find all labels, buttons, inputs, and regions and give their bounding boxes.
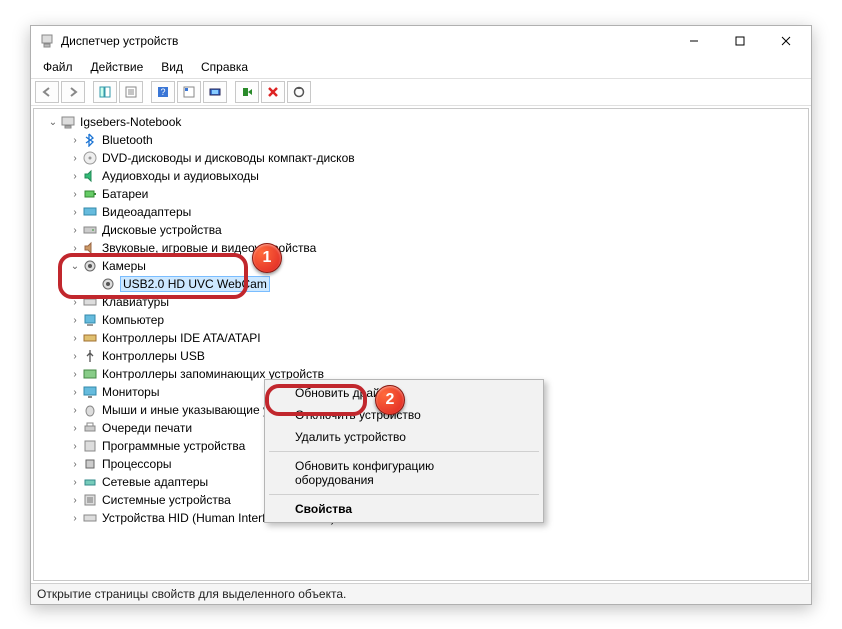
chevron-right-icon[interactable]: › bbox=[68, 405, 82, 416]
network-icon bbox=[82, 474, 98, 490]
tree-item-computer[interactable]: › Компьютер bbox=[34, 311, 808, 329]
audio-icon bbox=[82, 168, 98, 184]
menu-view[interactable]: Вид bbox=[153, 58, 191, 76]
show-hide-console-tree-button[interactable] bbox=[93, 81, 117, 103]
app-icon bbox=[39, 33, 55, 49]
speaker-icon bbox=[82, 240, 98, 256]
chevron-right-icon[interactable]: › bbox=[68, 459, 82, 470]
chevron-right-icon[interactable]: › bbox=[68, 351, 82, 362]
scan-hardware-button[interactable] bbox=[203, 81, 227, 103]
tree-item-display-adapters[interactable]: › Видеоадаптеры bbox=[34, 203, 808, 221]
tree-root-label: Igsebers-Notebook bbox=[80, 115, 181, 129]
computer-icon bbox=[60, 114, 76, 130]
chevron-right-icon[interactable]: › bbox=[68, 423, 82, 434]
forward-button[interactable] bbox=[61, 81, 85, 103]
disk-icon bbox=[82, 222, 98, 238]
uninstall-device-button[interactable] bbox=[261, 81, 285, 103]
chevron-right-icon[interactable]: › bbox=[68, 207, 82, 218]
tree-item-keyboards[interactable]: › Клавиатуры bbox=[34, 293, 808, 311]
chevron-down-icon[interactable]: ⌄ bbox=[68, 261, 82, 272]
close-button[interactable] bbox=[763, 26, 809, 56]
menu-action[interactable]: Действие bbox=[83, 58, 152, 76]
monitor-icon bbox=[82, 384, 98, 400]
tree-item-usb[interactable]: › Контроллеры USB bbox=[34, 347, 808, 365]
tree-item-cameras[interactable]: ⌄ Камеры bbox=[34, 257, 808, 275]
ide-icon bbox=[82, 330, 98, 346]
tree-item-audio-io[interactable]: › Аудиовходы и аудиовыходы bbox=[34, 167, 808, 185]
chevron-right-icon[interactable]: › bbox=[68, 297, 82, 308]
chevron-right-icon[interactable]: › bbox=[68, 135, 82, 146]
chevron-down-icon[interactable]: ⌄ bbox=[46, 117, 60, 128]
update-driver-button[interactable] bbox=[287, 81, 311, 103]
chevron-right-icon[interactable]: › bbox=[68, 369, 82, 380]
properties-button[interactable] bbox=[119, 81, 143, 103]
chevron-right-icon[interactable]: › bbox=[68, 513, 82, 524]
bluetooth-icon bbox=[82, 132, 98, 148]
context-menu-properties[interactable]: Свойства bbox=[267, 498, 541, 520]
category-view-button[interactable] bbox=[177, 81, 201, 103]
back-button[interactable] bbox=[35, 81, 59, 103]
tree-item-webcam[interactable]: USB2.0 HD UVC WebCam bbox=[34, 275, 808, 293]
chevron-right-icon[interactable]: › bbox=[68, 171, 82, 182]
disc-icon bbox=[82, 150, 98, 166]
statusbar: Открытие страницы свойств для выделенног… bbox=[31, 583, 811, 604]
selected-device-label: USB2.0 HD UVC WebCam bbox=[120, 276, 270, 292]
svg-text:?: ? bbox=[160, 87, 165, 97]
help-button[interactable]: ? bbox=[151, 81, 175, 103]
keyboard-icon bbox=[82, 294, 98, 310]
context-menu-separator bbox=[269, 494, 539, 495]
chevron-right-icon[interactable]: › bbox=[68, 225, 82, 236]
chevron-right-icon[interactable]: › bbox=[68, 495, 82, 506]
camera-icon bbox=[100, 276, 116, 292]
window-title: Диспетчер устройств bbox=[61, 34, 671, 48]
chevron-right-icon[interactable]: › bbox=[68, 189, 82, 200]
maximize-button[interactable] bbox=[717, 26, 763, 56]
chevron-right-icon[interactable]: › bbox=[68, 441, 82, 452]
context-menu-uninstall-device[interactable]: Удалить устройство bbox=[267, 426, 541, 448]
software-device-icon bbox=[82, 438, 98, 454]
context-menu: Обновить драйвер Отключить устройство Уд… bbox=[264, 379, 544, 523]
context-menu-disable-device[interactable]: Отключить устройство bbox=[267, 404, 541, 426]
tree-root[interactable]: ⌄ Igsebers-Notebook bbox=[34, 113, 808, 131]
camera-icon bbox=[82, 258, 98, 274]
context-menu-update-driver[interactable]: Обновить драйвер bbox=[267, 382, 541, 404]
menubar: Файл Действие Вид Справка bbox=[31, 56, 811, 78]
cpu-icon bbox=[82, 456, 98, 472]
menu-help[interactable]: Справка bbox=[193, 58, 256, 76]
chevron-right-icon[interactable]: › bbox=[68, 333, 82, 344]
tree-item-sound-video-game[interactable]: › Звуковые, игровые и видеоустройства bbox=[34, 239, 808, 257]
tree-item-bluetooth[interactable]: › Bluetooth bbox=[34, 131, 808, 149]
hid-icon bbox=[82, 510, 98, 526]
context-menu-scan-hardware[interactable]: Обновить конфигурацию оборудования bbox=[267, 455, 541, 491]
pc-icon bbox=[82, 312, 98, 328]
printer-icon bbox=[82, 420, 98, 436]
usb-icon bbox=[82, 348, 98, 364]
context-menu-separator bbox=[269, 451, 539, 452]
device-manager-window: Диспетчер устройств Файл Действие Вид Сп… bbox=[30, 25, 812, 605]
enable-device-button[interactable] bbox=[235, 81, 259, 103]
chevron-right-icon[interactable]: › bbox=[68, 243, 82, 254]
mouse-icon bbox=[82, 402, 98, 418]
display-adapter-icon bbox=[82, 204, 98, 220]
menu-file[interactable]: Файл bbox=[35, 58, 81, 76]
tree-item-ide[interactable]: › Контроллеры IDE ATA/ATAPI bbox=[34, 329, 808, 347]
chevron-right-icon[interactable]: › bbox=[68, 387, 82, 398]
battery-icon bbox=[82, 186, 98, 202]
storage-controller-icon bbox=[82, 366, 98, 382]
status-text: Открытие страницы свойств для выделенног… bbox=[37, 587, 346, 601]
tree-item-dvd[interactable]: › DVD-дисководы и дисководы компакт-диск… bbox=[34, 149, 808, 167]
toolbar: ? bbox=[31, 78, 811, 106]
chevron-right-icon[interactable]: › bbox=[68, 315, 82, 326]
minimize-button[interactable] bbox=[671, 26, 717, 56]
chevron-right-icon[interactable]: › bbox=[68, 153, 82, 164]
tree-item-disk-drives[interactable]: › Дисковые устройства bbox=[34, 221, 808, 239]
system-device-icon bbox=[82, 492, 98, 508]
tree-item-batteries[interactable]: › Батареи bbox=[34, 185, 808, 203]
titlebar: Диспетчер устройств bbox=[31, 26, 811, 56]
chevron-right-icon[interactable]: › bbox=[68, 477, 82, 488]
device-tree[interactable]: ⌄ Igsebers-Notebook › Bluetooth › DVD-ди… bbox=[33, 108, 809, 581]
